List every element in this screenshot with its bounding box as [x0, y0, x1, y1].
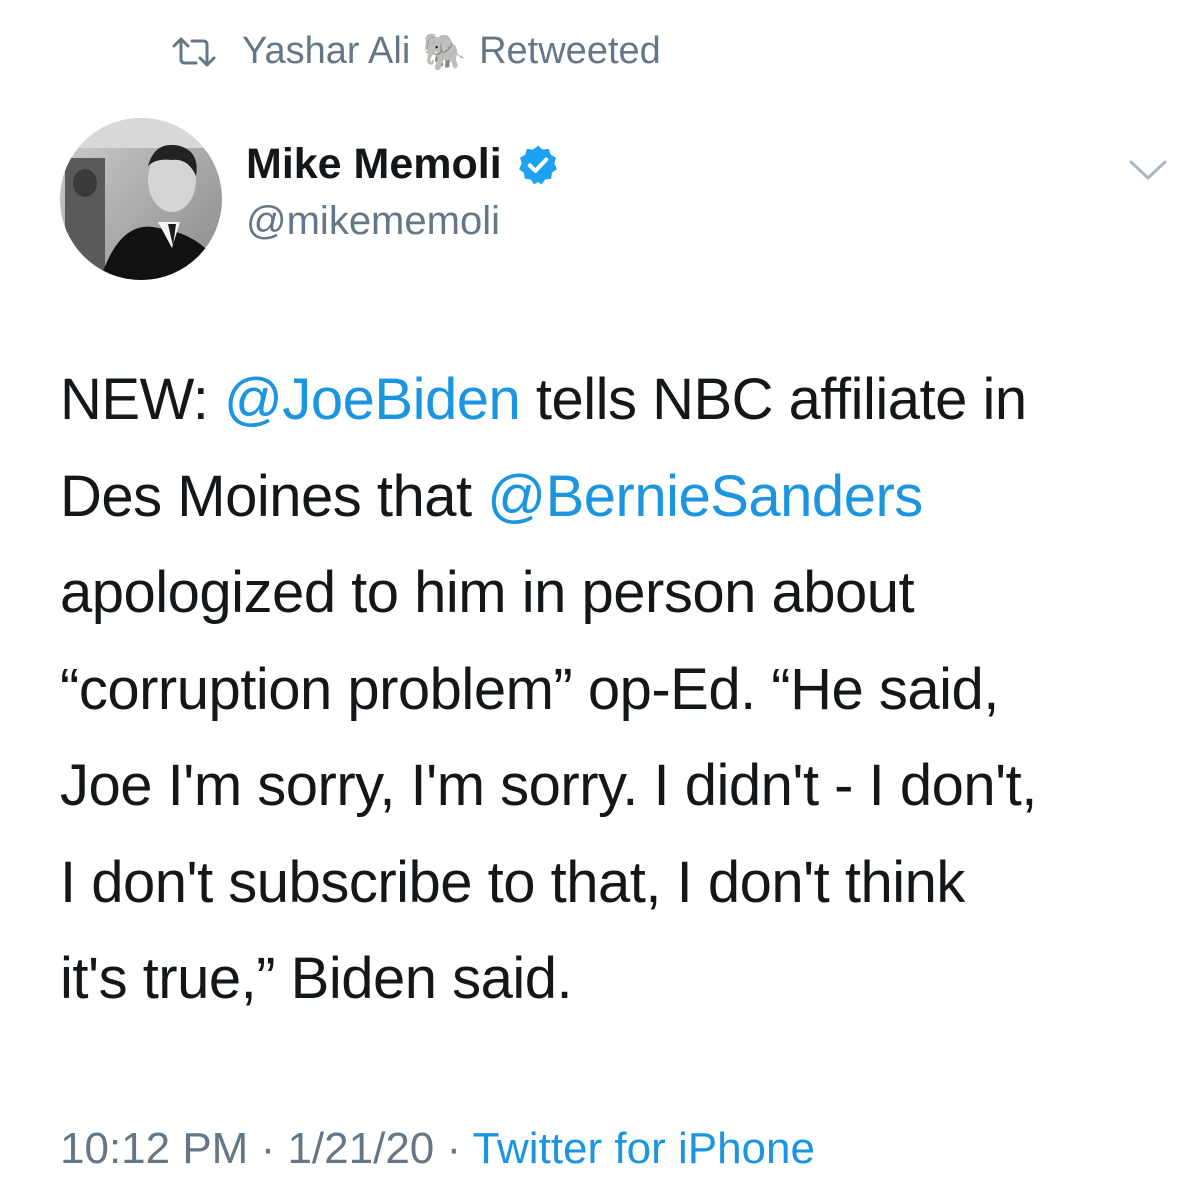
author-name[interactable]: Mike Memoli	[246, 140, 502, 189]
tweet-time[interactable]: 10:12 PM	[60, 1124, 248, 1173]
tweet-source-link[interactable]: Twitter for iPhone	[473, 1124, 815, 1173]
meta-separator: ·	[248, 1124, 288, 1173]
tweet-meta: 10:12 PM · 1/21/20 · Twitter for iPhone	[60, 1124, 815, 1174]
tweet-text-segment: NEW:	[60, 367, 224, 432]
tweet-text-segment: I don't subscribe to that, I don't think	[60, 849, 965, 915]
tweet-text-line: I don't subscribe to that, I don't think	[60, 835, 1170, 932]
tweet-text-line: NEW: @JoeBiden tells NBC affiliate in	[60, 352, 1170, 449]
tweet-text: NEW: @JoeBiden tells NBC affiliate in Des…	[60, 352, 1170, 1028]
tweet-text-line: “corruption problem” op-Ed. “He said,	[60, 642, 1170, 739]
author-name-row[interactable]: Mike Memoli	[246, 140, 560, 189]
retweet-context: Yashar Ali 🐘 Retweeted	[172, 30, 661, 73]
tweet-text-segment: apologized to him in person about	[60, 560, 915, 625]
mention-link[interactable]: @BernieSanders	[487, 464, 923, 529]
tweet-text-segment: Des Moines that	[60, 463, 488, 529]
meta-separator: ·	[434, 1124, 473, 1173]
chevron-down-icon[interactable]	[1128, 158, 1168, 184]
mention-link[interactable]: @JoeBiden	[224, 367, 521, 432]
retweet-icon	[172, 37, 216, 66]
tweet-text-segment: “corruption problem” op-Ed. “He said,	[60, 656, 999, 722]
tweet-text-segment: tells NBC affiliate in	[520, 367, 1027, 432]
tweet-date[interactable]: 1/21/20	[287, 1124, 434, 1173]
elephant-emoji: 🐘	[422, 30, 468, 72]
tweet-text-line: Joe I'm sorry, I'm sorry. I didn't - I d…	[60, 738, 1170, 835]
tweet-text-line: apologized to him in person about	[60, 545, 1170, 642]
tweet-text-segment: it's true,” Biden said.	[60, 946, 573, 1011]
author-handle[interactable]: @mikememoli	[246, 199, 560, 244]
tweet-text-line: it's true,” Biden said.	[60, 931, 1170, 1028]
avatar[interactable]	[60, 118, 222, 280]
verified-badge-icon	[518, 145, 557, 184]
tweet-text-line: Des Moines that @BernieSanders	[60, 449, 1170, 546]
retweeter-name[interactable]: Yashar Ali	[242, 30, 410, 73]
tweet-text-segment: Joe I'm sorry, I'm sorry. I didn't - I d…	[60, 753, 1037, 818]
retweeted-label: Retweeted	[479, 30, 661, 72]
author-block[interactable]: Mike Memoli @mikememoli	[246, 140, 560, 244]
